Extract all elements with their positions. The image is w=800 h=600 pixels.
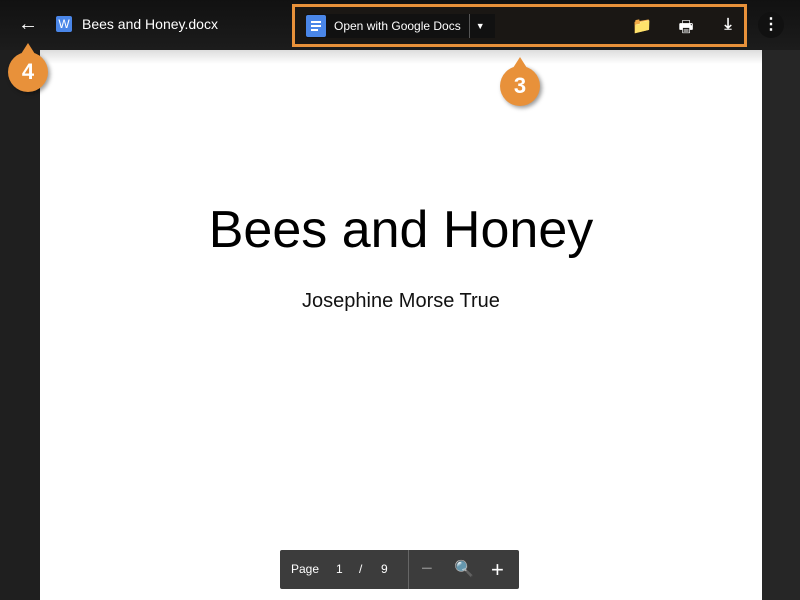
page-controls: Page 1 / 9 − 🔍 + [280, 550, 519, 589]
zoom-out-icon[interactable]: − [421, 558, 433, 581]
open-with-google-docs-button[interactable]: Open with Google Docs ▼ [306, 14, 495, 38]
zoom-in-icon[interactable]: + [491, 557, 504, 583]
more-options-icon[interactable]: ⋮ [758, 12, 784, 38]
callout-4: 4 [8, 43, 48, 92]
total-pages: 9 [381, 562, 388, 576]
toolbar-highlight: Open with Google Docs ▼ 📁 🖶 ⤓ [292, 4, 747, 47]
word-file-icon: W [56, 16, 72, 32]
google-docs-icon [306, 15, 326, 37]
add-to-drive-icon[interactable]: 📁 [631, 16, 653, 36]
background-gmail-panel [762, 50, 800, 600]
viewer-top-bar: ← W Bees and Honey.docx Open with Google… [0, 0, 800, 50]
document-title: Bees and Honey [208, 201, 594, 259]
print-icon[interactable]: 🖶 [675, 16, 697, 43]
callout-3: 3 [500, 57, 540, 106]
document-page: Bees and Honey Josephine Morse True [40, 50, 762, 600]
download-icon[interactable]: ⤓ [717, 16, 739, 34]
current-page[interactable]: 1 [336, 562, 343, 576]
back-arrow-icon[interactable]: ← [18, 14, 38, 34]
zoom-fit-icon[interactable]: 🔍 [454, 559, 474, 579]
document-author: Josephine Morse True [302, 290, 500, 312]
file-name: Bees and Honey.docx [82, 16, 218, 32]
page-separator: / [359, 562, 363, 576]
open-with-label: Open with Google Docs [334, 19, 461, 33]
open-with-dropdown-chevron-icon[interactable]: ▼ [468, 14, 491, 38]
page-label: Page [291, 562, 320, 576]
